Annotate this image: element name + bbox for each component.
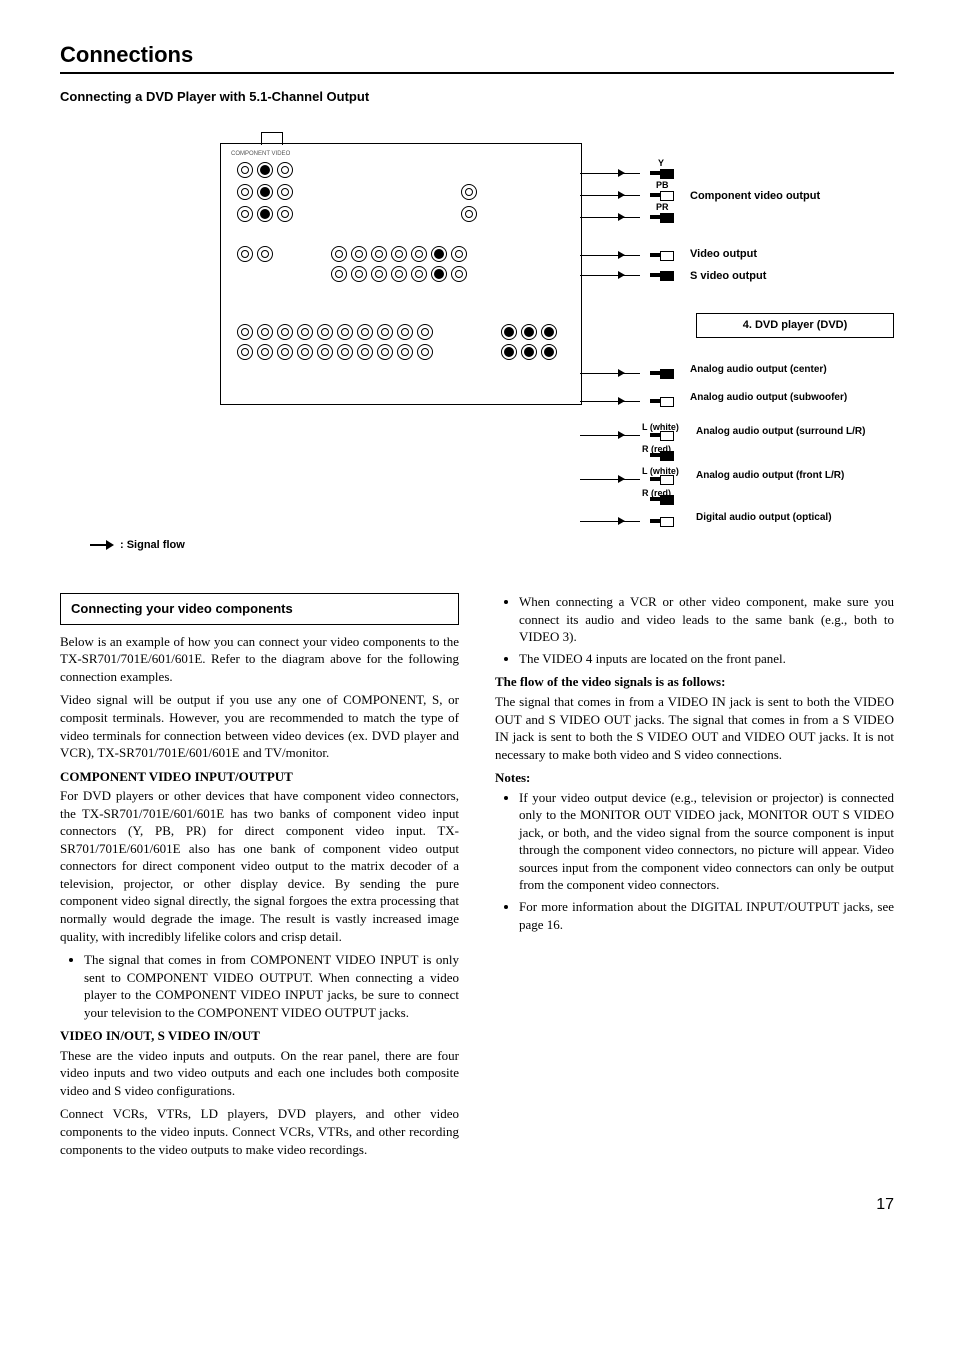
- dvd-player-box: 4. DVD player (DVD): [696, 313, 894, 338]
- intro-paragraph: Below is an example of how you can conne…: [60, 633, 459, 686]
- video-components-heading: Connecting your video components: [60, 593, 459, 625]
- section-subtitle: Connecting a DVD Player with 5.1-Channel…: [60, 88, 894, 106]
- plug-icon: [650, 495, 676, 503]
- component-video-body: For DVD players or other devices that ha…: [60, 787, 459, 945]
- plug-icon: [650, 191, 676, 199]
- plug-icon: [650, 475, 676, 483]
- arrow-icon: [90, 540, 114, 550]
- pb-label: PB: [656, 179, 669, 191]
- plug-icon: [650, 271, 676, 279]
- signal-flow-legend: : Signal flow: [90, 538, 185, 553]
- page-title: Connections: [60, 40, 894, 74]
- signal-flow-text: : Signal flow: [120, 539, 185, 551]
- analog-surround-label: Analog audio output (surround L/R): [696, 425, 866, 439]
- plug-icon: [650, 369, 676, 377]
- video-io-body-1: These are the video inputs and outputs. …: [60, 1047, 459, 1100]
- receiver-rear-panel: COMPONENT VIDEO: [220, 143, 582, 405]
- analog-center-label: Analog audio output (center): [690, 363, 850, 377]
- plug-icon: [650, 251, 676, 259]
- plug-icon: [650, 213, 676, 221]
- plug-icon: [650, 517, 676, 525]
- plug-icon: [650, 451, 676, 459]
- note-1: If your video output device (e.g., telev…: [519, 789, 894, 894]
- component-video-header-label: COMPONENT VIDEO: [231, 150, 290, 158]
- right-column: When connecting a VCR or other video com…: [495, 593, 894, 1164]
- component-video-heading: COMPONENT VIDEO INPUT/OUTPUT: [60, 768, 459, 786]
- analog-front-label: Analog audio output (front L/R): [696, 469, 866, 483]
- notes-heading: Notes:: [495, 769, 894, 787]
- pr-label: PR: [656, 201, 669, 213]
- text-columns: Connecting your video components Below i…: [60, 593, 894, 1164]
- component-video-output-label: Component video output: [690, 189, 820, 204]
- s-video-output-label: S video output: [690, 269, 766, 284]
- left-column: Connecting your video components Below i…: [60, 593, 459, 1164]
- plug-icon: [650, 397, 676, 405]
- component-video-note: The signal that comes in from COMPONENT …: [84, 951, 459, 1021]
- digital-optical-label: Digital audio output (optical): [696, 511, 866, 525]
- flow-body: The signal that comes in from a VIDEO IN…: [495, 693, 894, 763]
- plug-icon: [650, 431, 676, 439]
- video-io-body-2: Connect VCRs, VTRs, LD players, DVD play…: [60, 1105, 459, 1158]
- y-label: Y: [658, 157, 664, 169]
- analog-sub-label: Analog audio output (subwoofer): [690, 391, 850, 405]
- plug-icon: [650, 169, 676, 177]
- video-output-label: Video output: [690, 247, 757, 262]
- video-io-heading: VIDEO IN/OUT, S VIDEO IN/OUT: [60, 1027, 459, 1045]
- intro-paragraph-2: Video signal will be output if you use a…: [60, 691, 459, 761]
- flow-heading: The flow of the video signals is as foll…: [495, 673, 894, 691]
- vcr-note: When connecting a VCR or other video com…: [519, 593, 894, 646]
- connection-diagram: COMPONENT VIDEO: [60, 123, 894, 563]
- note-2: For more information about the DIGITAL I…: [519, 898, 894, 933]
- video4-note: The VIDEO 4 inputs are located on the fr…: [519, 650, 894, 668]
- page-number: 17: [60, 1194, 894, 1216]
